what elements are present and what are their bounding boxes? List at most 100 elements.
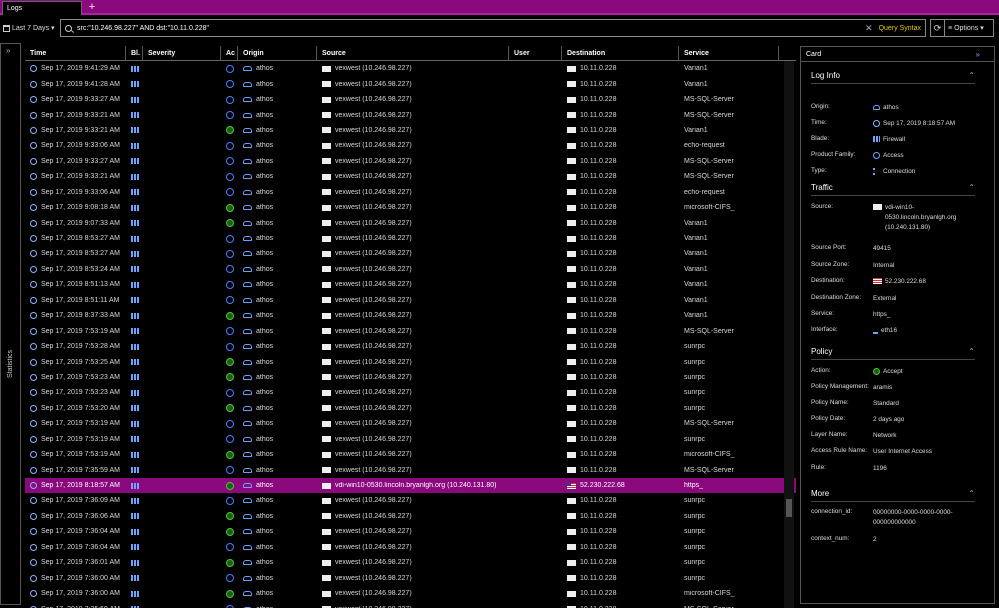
origin-text: athos — [256, 574, 274, 582]
field-value-text: 1196 — [873, 465, 887, 472]
column-header-origin[interactable]: Origin — [238, 46, 317, 61]
scrollbar-thumb[interactable] — [786, 499, 792, 517]
host-icon — [567, 528, 576, 535]
table-row[interactable]: Sep 17, 2019 7:53:23 AM athos vexwest (10.… — [25, 385, 796, 400]
table-row[interactable]: Sep 17, 2019 9:07:33 AM athos vexwest (10.… — [25, 215, 796, 230]
tab-logs[interactable]: Logs — [2, 1, 82, 15]
table-row[interactable]: Sep 17, 2019 9:33:21 AM athos vexwest (10.… — [25, 107, 796, 122]
column-header-bl[interactable]: Bl. — [126, 46, 143, 61]
add-tab-button[interactable]: + — [86, 1, 98, 13]
table-row[interactable]: Sep 17, 2019 8:53:24 AM athos vexwest (10.… — [25, 262, 796, 277]
table-row[interactable]: Sep 17, 2019 7:53:20 AM athos vexwest (10.… — [25, 401, 796, 416]
clock-icon — [30, 497, 37, 505]
field-value-text: 2 — [873, 536, 877, 543]
table-row[interactable]: Sep 17, 2019 9:08:18 AM athos vexwest (10.… — [25, 200, 796, 215]
origin-cell: athos — [238, 328, 317, 335]
column-header-user[interactable]: User — [509, 46, 562, 61]
table-row[interactable]: Sep 17, 2019 7:36:01 AM athos vexwest (10.… — [25, 555, 796, 570]
table-row[interactable]: Sep 17, 2019 8:37:33 AM athos vexwest (10.… — [25, 308, 796, 323]
table-row[interactable]: Sep 17, 2019 9:41:28 AM athos vexwest (10.… — [25, 76, 796, 91]
table-row[interactable]: Sep 17, 2019 7:53:19 AM athos vexwest (10.… — [25, 416, 796, 431]
table-row[interactable]: Sep 17, 2019 7:53:28 AM athos vexwest (10.… — [25, 339, 796, 354]
blade-cell — [126, 266, 143, 273]
table-scrollbar[interactable] — [784, 61, 794, 608]
chevron-up-icon[interactable]: ⌃ — [968, 71, 975, 80]
table-row[interactable]: Sep 17, 2019 7:36:00 AM athos vexwest (10.… — [25, 586, 796, 601]
column-header-ac[interactable]: Ac — [221, 46, 238, 61]
field-value: 2 days ago — [873, 415, 981, 425]
table-row[interactable]: Sep 17, 2019 7:35:59 AMathosvexwest (10.… — [25, 462, 796, 477]
table-row[interactable]: Sep 17, 2019 7:36:04 AM athos vexwest (10.… — [25, 540, 796, 555]
table-row[interactable]: Sep 17, 2019 8:53:27 AM athos vexwest (10.… — [25, 246, 796, 261]
chevron-up-icon[interactable]: ⌃ — [968, 489, 975, 498]
table-row[interactable]: Sep 17, 2019 9:33:06 AM athos vexwest (10.… — [25, 138, 796, 153]
table-row[interactable]: Sep 17, 2019 7:53:23 AM athos vexwest (10.… — [25, 370, 796, 385]
firewall-blade-icon — [131, 81, 139, 88]
gateway-icon — [243, 174, 252, 180]
table-row[interactable]: Sep 17, 2019 9:41:29 AM athos vexwest (10.… — [25, 61, 796, 76]
column-header-destination[interactable]: Destination — [562, 46, 679, 61]
section-more[interactable]: More ⌃ — [811, 489, 975, 502]
table-row[interactable]: Sep 17, 2019 7:53:25 AM athos vexwest (10.… — [25, 354, 796, 369]
column-header-source[interactable]: Source — [317, 46, 509, 61]
search-query[interactable]: src:"10.246.98.227" AND dst:"10.11.0.228… — [77, 25, 865, 32]
field-value: Network — [873, 431, 981, 441]
chevron-up-icon[interactable]: ⌃ — [968, 183, 975, 192]
service-cell: Varian1 — [684, 219, 708, 227]
section-title: More — [811, 489, 830, 498]
table-row[interactable]: Sep 17, 2019 8:51:11 AM athos vexwest (10.… — [25, 293, 796, 308]
selected-table-row[interactable]: Sep 17, 2019 8:18:57 AM athos vdi-win10-05… — [25, 477, 796, 494]
column-header-time[interactable]: Time — [25, 46, 126, 61]
service-cell: Varian1 — [684, 265, 708, 273]
origin-text: athos — [256, 219, 274, 227]
host-icon — [567, 513, 576, 520]
field-label: Source: — [811, 203, 834, 210]
table-row[interactable]: Sep 17, 2019 9:33:27 AM athos vexwest (10.… — [25, 154, 796, 169]
table-row[interactable]: Sep 17, 2019 8:51:13 AM athos vexwest (10.… — [25, 277, 796, 292]
firewall-blade-icon — [131, 559, 139, 566]
time-text: Sep 17, 2019 8:51:11 AM — [41, 296, 120, 304]
origin-text: athos — [256, 142, 274, 150]
field-value: Sep 17, 2019 8:18:57 AM — [873, 119, 981, 129]
table-row[interactable]: Sep 17, 2019 9:33:27 AM athos vexwest (10.… — [25, 92, 796, 107]
column-header-service[interactable]: Service — [679, 46, 779, 61]
collapse-card-icon[interactable]: » — [976, 50, 980, 59]
table-row[interactable]: Sep 17, 2019 9:33:21 AM athos vexwest (10.… — [25, 169, 796, 184]
field-label: Rule: — [811, 464, 826, 471]
table-row[interactable]: Sep 17, 2019 7:36:06 AM athos vexwest (10.… — [25, 509, 796, 524]
table-row[interactable]: Sep 17, 2019 7:36:04 AM athos vexwest (10.… — [25, 524, 796, 539]
origin-cell: athos — [238, 142, 317, 149]
query-syntax-link[interactable]: Query Syntax — [879, 25, 921, 32]
firewall-blade-icon — [131, 467, 139, 474]
destination-cell: 52.230.222.68 — [562, 482, 679, 489]
section-traffic[interactable]: Traffic ⌃ — [811, 183, 975, 196]
field-label: Destination: — [811, 277, 845, 284]
column-header-severity[interactable]: Severity — [143, 46, 221, 61]
chevron-up-icon[interactable]: ⌃ — [968, 347, 975, 356]
table-row[interactable]: Sep 17, 2019 7:36:00 AM athos vexwest (10.… — [25, 570, 796, 585]
refresh-button[interactable]: ⟳ — [930, 19, 944, 37]
table-row[interactable]: Sep 17, 2019 7:53:19 AM athos vexwest (10.… — [25, 323, 796, 338]
clock-icon — [30, 296, 37, 304]
table-row[interactable]: Sep 17, 2019 7:35:59 AMathosvexwest (10.… — [25, 601, 796, 608]
clear-search-button[interactable]: ✕ — [865, 23, 873, 34]
table-row[interactable]: Sep 17, 2019 7:53:19 AM athos vexwest (10.… — [25, 432, 796, 447]
action-cell — [221, 481, 238, 490]
field-value: 52.230.222.68 — [873, 277, 981, 287]
time-text: Sep 17, 2019 7:53:28 AM — [41, 343, 121, 351]
time-range-selector[interactable]: Last 7 Days ▾ — [3, 20, 58, 36]
options-button[interactable]: ≡ Options ▾ — [944, 19, 994, 37]
table-row[interactable]: Sep 17, 2019 8:53:27 AM athos vexwest (10.… — [25, 231, 796, 246]
table-row[interactable]: Sep 17, 2019 7:53:19 AM athos vexwest (10.… — [25, 447, 796, 462]
source-text: vexwest (10.246.98.227) — [335, 281, 412, 289]
expand-statistics-icon[interactable]: » — [6, 46, 10, 55]
time-cell: Sep 17, 2019 9:07:33 AM — [25, 219, 126, 227]
search-input[interactable]: src:"10.246.98.227" AND dst:"10.11.0.228… — [60, 19, 926, 37]
statistics-panel[interactable]: » Statistics — [0, 43, 21, 605]
block-icon — [226, 280, 234, 289]
table-row[interactable]: Sep 17, 2019 7:36:09 AM athos vexwest (10.… — [25, 493, 796, 508]
section-log-info[interactable]: Log Info ⌃ — [811, 71, 975, 84]
table-row[interactable]: Sep 17, 2019 9:33:21 AM athos vexwest (10.… — [25, 123, 796, 138]
section-policy[interactable]: Policy ⌃ — [811, 347, 975, 360]
table-row[interactable]: Sep 17, 2019 9:33:06 AM athos vexwest (10.… — [25, 185, 796, 200]
